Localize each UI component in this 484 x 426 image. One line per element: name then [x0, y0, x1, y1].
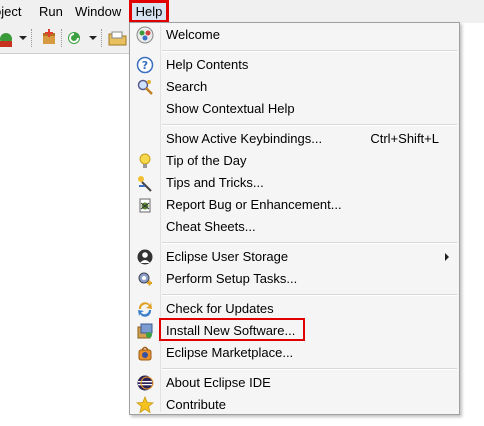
marketplace-icon: [136, 344, 154, 362]
menu-item-perform-setup-tasks[interactable]: Perform Setup Tasks...: [132, 268, 457, 290]
menu-item-label: Cheat Sheets...: [166, 219, 256, 234]
menu-bar: oject Run Window Help: [0, 0, 484, 23]
menu-separator: [162, 242, 457, 244]
open-folder-icon[interactable]: [108, 29, 128, 47]
menu-help[interactable]: Help: [129, 0, 169, 23]
accelerator-text: Ctrl+Shift+L: [370, 131, 439, 146]
menu-item-label: Show Active Keybindings...: [166, 131, 323, 146]
setup-icon: [136, 270, 154, 288]
menu-item-label: About Eclipse IDE: [166, 375, 271, 390]
menu-item-tips-and-tricks[interactable]: Tips and Tricks...: [132, 172, 457, 194]
menu-separator: [162, 294, 457, 296]
menu-item-tip-of-the-day[interactable]: Tip of the Day: [132, 150, 457, 172]
menu-item-help-contents[interactable]: ? Help Contents: [132, 54, 457, 76]
toolbar-separator: [61, 29, 63, 47]
toolbar-separator: [31, 29, 33, 47]
menu-item-label: Help Contents: [166, 57, 249, 72]
svg-text:?: ?: [142, 59, 148, 72]
menu-item-label: Eclipse Marketplace...: [166, 345, 294, 360]
help-contents-icon: ?: [136, 56, 154, 74]
bug-icon: [136, 196, 154, 214]
menu-separator: [162, 124, 457, 126]
user-storage-icon: [136, 248, 154, 266]
menu-item-contribute[interactable]: Contribute: [132, 394, 457, 416]
menu-item-about-eclipse-ide[interactable]: About Eclipse IDE: [132, 372, 457, 394]
eclipse-icon: [136, 374, 154, 392]
menu-item-label: Report Bug or Enhancement...: [166, 197, 342, 212]
install-icon: [136, 322, 154, 340]
menu-item-eclipse-marketplace[interactable]: Eclipse Marketplace...: [132, 342, 457, 364]
menu-project[interactable]: oject: [0, 0, 21, 23]
menu-separator: [162, 368, 457, 370]
menu-item-label: Tip of the Day: [166, 153, 247, 168]
star-icon: [135, 395, 155, 414]
menu-item-label: Welcome: [166, 27, 220, 42]
run-icon[interactable]: [0, 29, 14, 47]
menu-item-label: Show Contextual Help: [166, 101, 295, 116]
menu-item-show-contextual-help[interactable]: Show Contextual Help: [132, 98, 457, 120]
menu-window[interactable]: Window: [75, 0, 121, 23]
menu-item-label: Perform Setup Tasks...: [166, 271, 298, 286]
update-icon: [136, 300, 154, 318]
tips-icon: [136, 174, 154, 192]
menu-separator: [162, 50, 457, 52]
run-dropdown-arrow[interactable]: [19, 36, 27, 40]
menu-item-label: Eclipse User Storage: [166, 249, 289, 264]
help-menu-dropdown: Welcome ? Help Contents Search Show Cont…: [129, 22, 460, 415]
menu-item-label: Contribute: [166, 397, 226, 412]
menu-item-check-for-updates[interactable]: Check for Updates: [132, 298, 457, 320]
refresh-icon[interactable]: [66, 29, 84, 47]
menu-item-label: Tips and Tricks...: [166, 175, 264, 190]
menu-item-cheat-sheets[interactable]: Cheat Sheets...: [132, 216, 457, 238]
lightbulb-icon: [136, 152, 154, 170]
search-icon: [136, 78, 154, 96]
submenu-arrow-icon: [445, 253, 449, 261]
menu-item-label: Search: [166, 79, 208, 94]
menu-item-report-bug[interactable]: Report Bug or Enhancement...: [132, 194, 457, 216]
menu-item-search[interactable]: Search: [132, 76, 457, 98]
toolbar: [0, 23, 130, 54]
menu-item-label: Check for Updates: [166, 301, 274, 316]
menu-item-show-active-keybindings[interactable]: Show Active Keybindings... Ctrl+Shift+L: [132, 128, 457, 150]
new-package-icon[interactable]: [40, 29, 58, 47]
welcome-icon: [136, 26, 154, 44]
toolbar-separator: [101, 29, 103, 47]
menu-run[interactable]: Run: [39, 0, 63, 23]
install-new-software-highlight-box: [159, 318, 305, 341]
refresh-dropdown-arrow[interactable]: [89, 36, 97, 40]
menu-item-eclipse-user-storage[interactable]: Eclipse User Storage: [132, 246, 457, 268]
menu-item-welcome[interactable]: Welcome: [132, 24, 457, 46]
